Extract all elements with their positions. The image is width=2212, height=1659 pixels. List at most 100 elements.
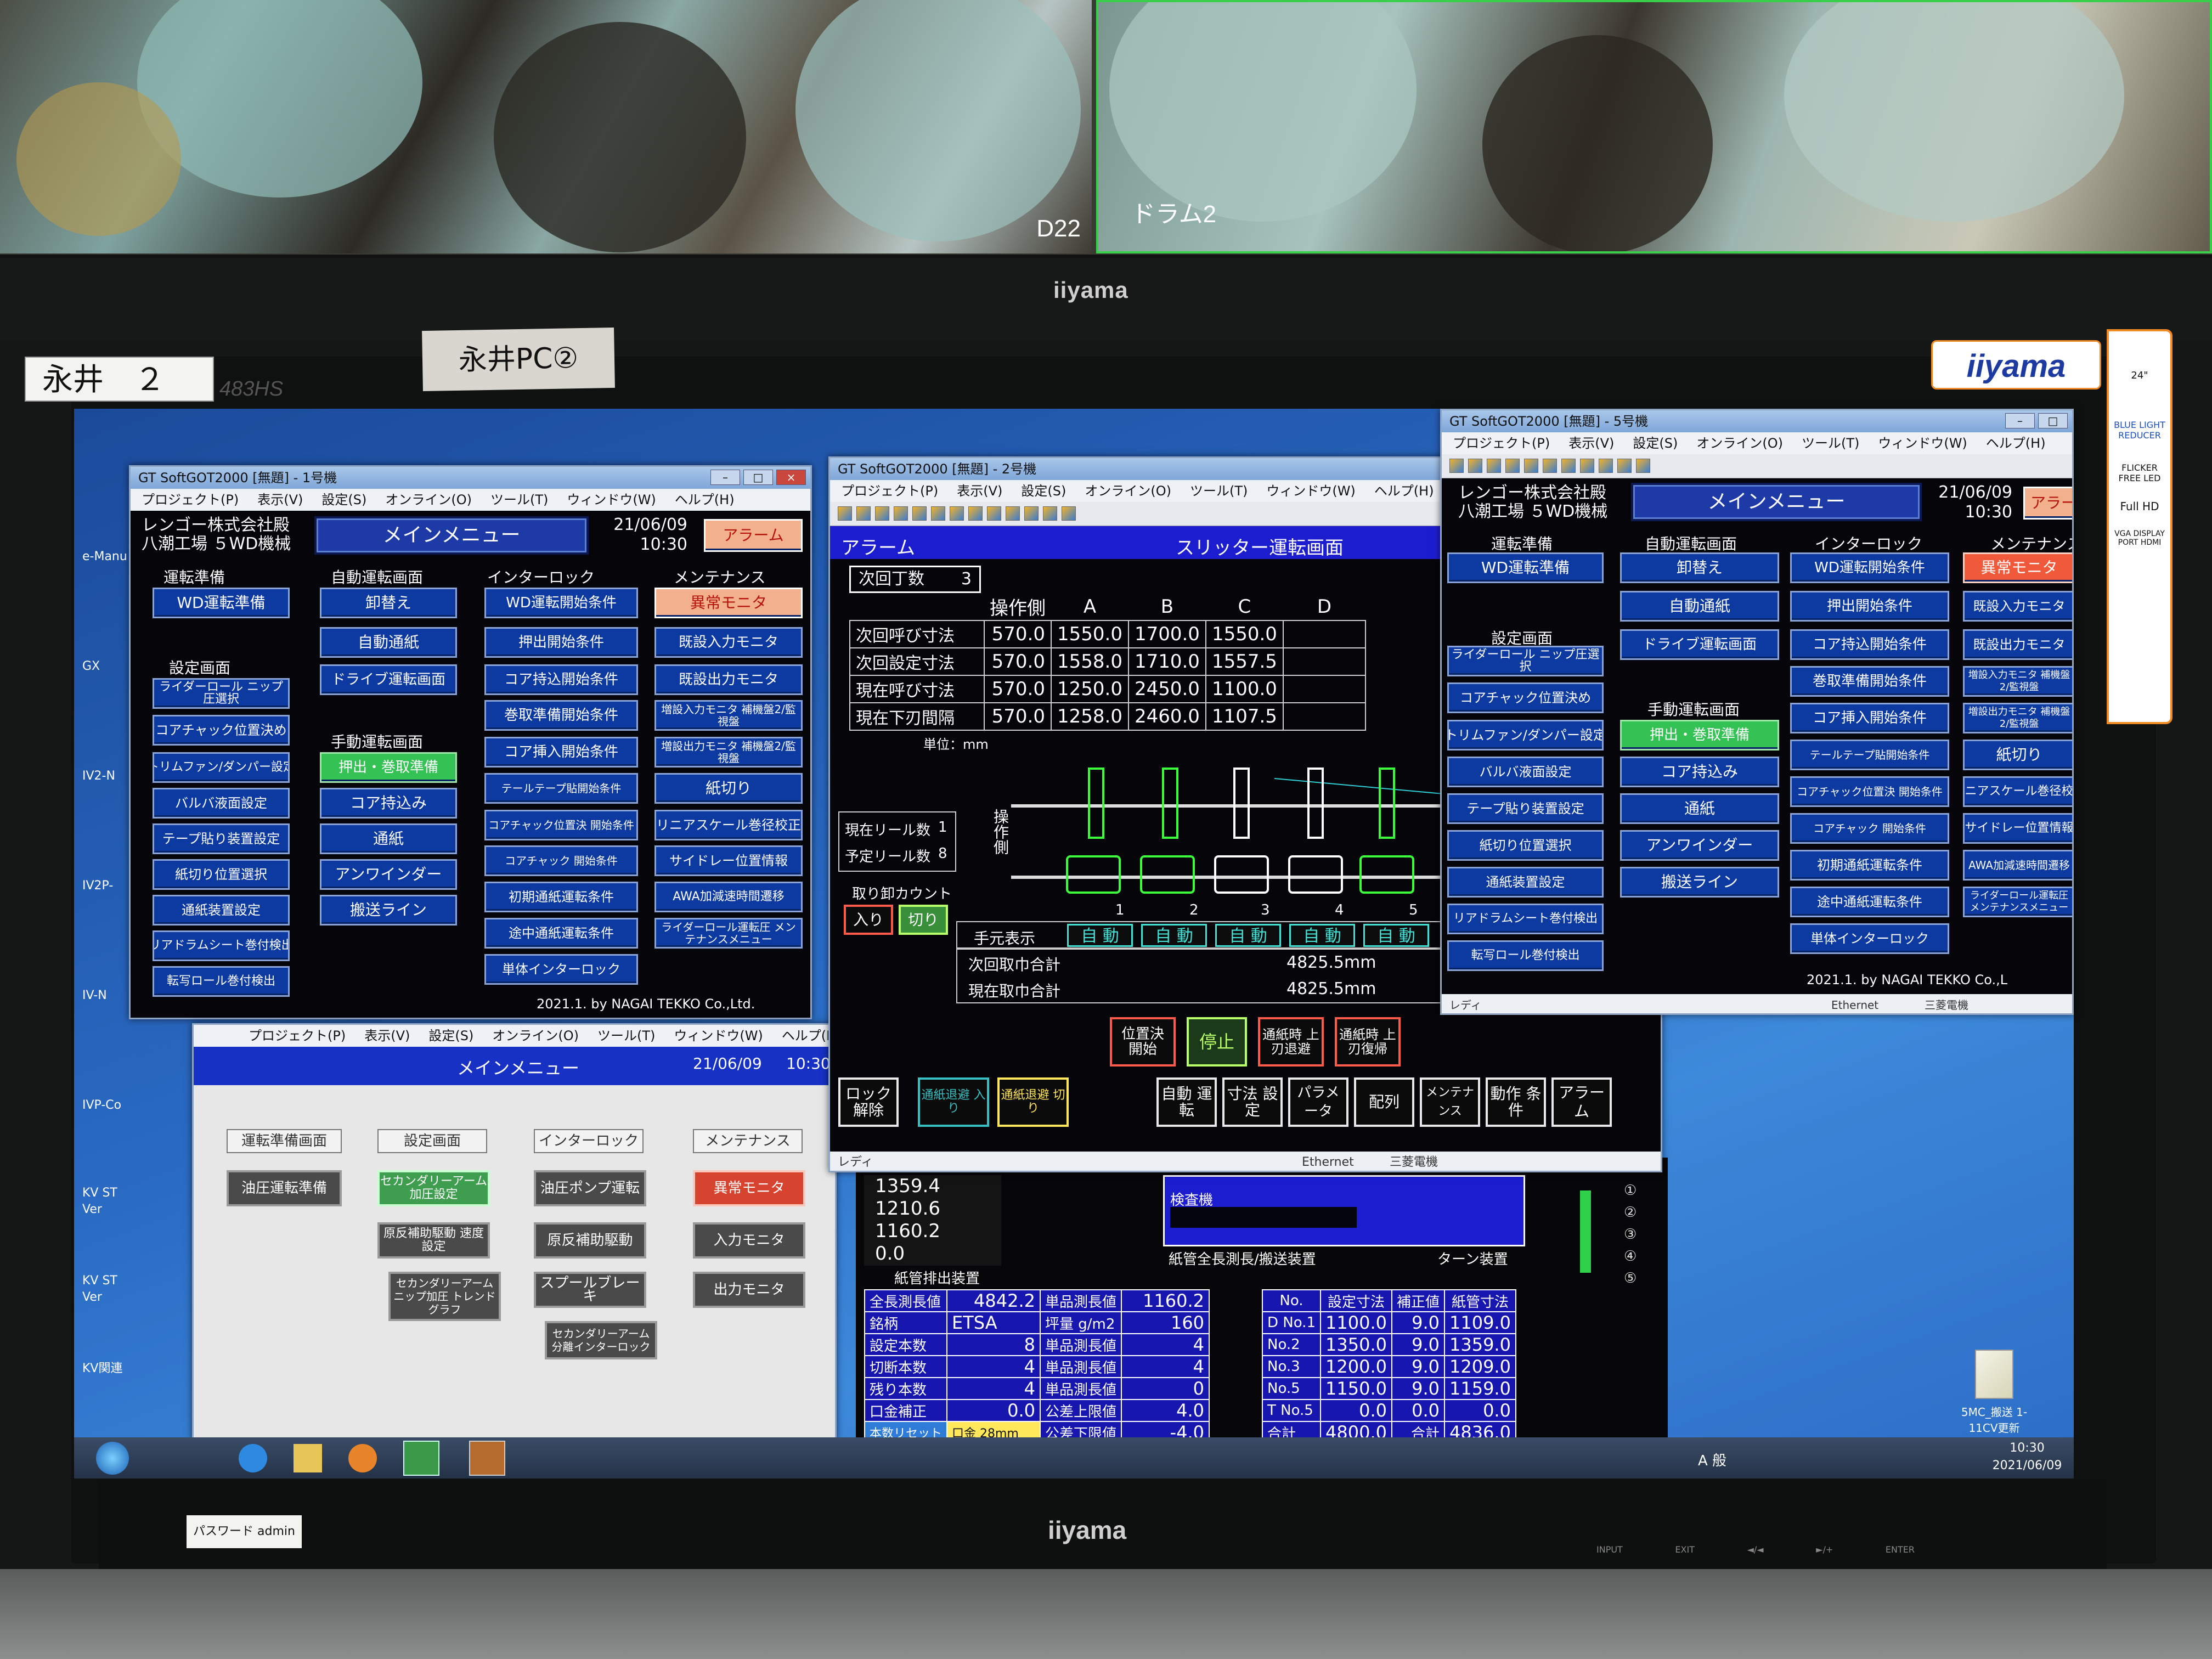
error-monitor-button[interactable]: 異常モニタ — [693, 1170, 805, 1206]
trim-fan-button[interactable]: トリムファン/ダンパー設定 — [1447, 720, 1604, 751]
menu-view[interactable]: 表示(V) — [957, 483, 1002, 499]
maint-button[interactable]: 既設入力モニタ — [1963, 591, 2072, 622]
menu-project[interactable]: プロジェクト(P) — [841, 483, 938, 499]
pump-run-button[interactable]: 油圧ポンプ運転 — [534, 1170, 646, 1206]
maint-button[interactable]: AWA加減速時間遷移 — [654, 882, 803, 912]
maint-button[interactable]: 増設入力モニタ 補機盤2/監視盤 — [654, 700, 803, 731]
menu-settings[interactable]: 設定(S) — [1021, 483, 1066, 499]
desktop-icon[interactable]: IV2P- — [82, 790, 132, 900]
menu-online[interactable]: オンライン(O) — [385, 492, 472, 507]
conveyor-button[interactable]: 搬送ライン — [320, 895, 457, 926]
trim-fan-button[interactable]: トリムファン/ダンパー設定 — [153, 752, 290, 783]
alarm-label[interactable]: アラーム — [841, 533, 915, 560]
interlock-button[interactable]: 押出開始条件 — [484, 627, 638, 658]
tool-icon[interactable] — [950, 506, 964, 521]
unwinder-button[interactable]: アンワインダー — [320, 859, 457, 890]
cut-position-button[interactable]: 紙切り位置選択 — [153, 859, 290, 890]
media-icon[interactable] — [348, 1444, 377, 1472]
menu-online[interactable]: オンライン(O) — [492, 1028, 579, 1043]
menu-help[interactable]: ヘルプ(H) — [1986, 436, 2046, 451]
app-icon[interactable] — [469, 1441, 505, 1476]
push-wind-prep-button[interactable]: 押出・巻取準備 — [320, 752, 457, 783]
desktop-icon[interactable]: IV2-N — [82, 680, 132, 790]
rider-roll-button[interactable]: ライダーロール ニップ圧選択 — [1447, 646, 1604, 676]
blade-return-button[interactable]: 通紙時 上刃復帰 — [1335, 1017, 1401, 1066]
tape-button[interactable]: テープ貼り装置設定 — [153, 823, 290, 854]
desktop-icon[interactable]: e-Manu — [82, 461, 132, 571]
tape-button[interactable]: テープ貼り装置設定 — [1447, 793, 1604, 824]
minimize-button[interactable]: – — [710, 470, 740, 485]
alarm-button[interactable]: アラー — [2023, 487, 2072, 520]
input-button[interactable]: INPUT — [1596, 1544, 1623, 1555]
interlock-button[interactable]: 途中通紙運転条件 — [484, 918, 638, 949]
menu-settings[interactable]: 設定(S) — [428, 1028, 473, 1043]
menu-window[interactable]: ウィンドウ(W) — [567, 492, 656, 507]
alarm-nav-button[interactable]: アラーム — [1551, 1077, 1612, 1127]
tool-icon[interactable] — [1468, 459, 1482, 473]
desktop-icon[interactable]: KV ST Ver — [82, 1119, 132, 1216]
thread-retract-off-button[interactable]: 通紙退避 切り — [997, 1077, 1069, 1127]
tool-icon[interactable] — [1561, 459, 1576, 473]
maint-button[interactable]: リニアスケール巻径校正 — [654, 810, 803, 840]
hydraulic-prep-button[interactable]: 油圧運転準備 — [227, 1170, 342, 1206]
interlock-button[interactable]: コアチャック位置決 開始条件 — [1790, 776, 1949, 807]
interlock-button[interactable]: 巻取準備開始条件 — [484, 700, 638, 731]
interlock-button[interactable]: コア持込開始条件 — [484, 664, 638, 695]
alarm-button[interactable]: アラーム — [704, 519, 803, 552]
unlock-button[interactable]: ロック 解除 — [838, 1077, 899, 1127]
menu-online[interactable]: オンライン(O) — [1085, 483, 1171, 499]
auto-threading-button[interactable]: 自動通紙 — [1620, 591, 1779, 622]
interlock-button[interactable]: WD運転開始条件 — [1790, 552, 1949, 583]
tool-icon[interactable] — [1617, 459, 1632, 473]
unload-button[interactable]: 卸替え — [1620, 552, 1779, 583]
transfer-roll-button[interactable]: 転写ロール巻付検出 — [1447, 940, 1604, 971]
interlock-button[interactable]: コア挿入開始条件 — [1790, 703, 1949, 733]
close-button[interactable]: × — [776, 470, 806, 485]
down-button[interactable]: ◄/◄ — [1747, 1544, 1764, 1555]
unload-button[interactable]: 卸替え — [320, 588, 457, 618]
menu-project[interactable]: プロジェクト(P) — [1453, 436, 1550, 451]
interlock-button[interactable]: テールテープ貼開始条件 — [1790, 740, 1949, 770]
clock[interactable]: 10:30 2021/06/09 — [1983, 1440, 2071, 1475]
tool-icon[interactable] — [875, 506, 889, 521]
tool-icon[interactable] — [838, 506, 852, 521]
tool-icon[interactable] — [1580, 459, 1594, 473]
menu-view[interactable]: 表示(V) — [364, 1028, 410, 1043]
error-monitor-button[interactable]: 異常モニタ — [1963, 552, 2072, 583]
core-chuck-button[interactable]: コアチャック位置決め — [1447, 682, 1604, 713]
tool-icon[interactable] — [1505, 459, 1520, 473]
tool-icon[interactable] — [1524, 459, 1538, 473]
unwinder-button[interactable]: アンワインダー — [1620, 830, 1779, 861]
tool-icon[interactable] — [1024, 506, 1039, 521]
blade-retract-button[interactable]: 通紙時 上刃退避 — [1258, 1017, 1324, 1066]
interlock-button[interactable]: 巻取準備開始条件 — [1790, 666, 1949, 697]
threading-button[interactable]: 通紙 — [1620, 793, 1779, 824]
exit-button[interactable]: EXIT — [1675, 1544, 1695, 1555]
interlock-button[interactable]: テールテープ貼開始条件 — [484, 773, 638, 804]
tool-icon[interactable] — [1636, 459, 1650, 473]
core-load-button[interactable]: コア持込み — [320, 788, 457, 819]
tool-icon[interactable] — [1043, 506, 1057, 521]
ie-icon[interactable] — [239, 1444, 267, 1472]
cut-position-button[interactable]: 紙切り位置選択 — [1447, 830, 1604, 861]
tool-icon[interactable] — [987, 506, 1001, 521]
stop-button[interactable]: 停止 — [1187, 1017, 1247, 1066]
arm-interlock-button[interactable]: セカンダリーアーム 分離インターロック — [545, 1321, 657, 1359]
count-off-button[interactable]: 切り — [899, 905, 948, 935]
tool-icon[interactable] — [894, 506, 908, 521]
enter-button[interactable]: ENTER — [1886, 1544, 1915, 1555]
tool-icon[interactable] — [1487, 459, 1501, 473]
tool-icon[interactable] — [1006, 506, 1020, 521]
wd-prep-button[interactable]: WD運転準備 — [153, 588, 290, 618]
tool-icon[interactable] — [931, 506, 945, 521]
maint-button[interactable]: 増設出力モニタ 補機盤2/監視盤 — [1963, 703, 2072, 733]
tool-icon[interactable] — [912, 506, 927, 521]
secondary-arm-button[interactable]: セカンダリーアーム 加圧設定 — [377, 1170, 490, 1206]
maint-button[interactable]: リニアスケール巻径校正 — [1963, 776, 2072, 807]
maint-button[interactable]: 既設出力モニタ — [654, 664, 803, 695]
tool-icon[interactable] — [1543, 459, 1557, 473]
minimize-button[interactable]: – — [2005, 413, 2035, 428]
transfer-roll-button[interactable]: 転写ロール巻付検出 — [153, 966, 290, 997]
parameter-button[interactable]: パラメータ — [1288, 1077, 1348, 1127]
maint-button[interactable]: サイドレー位置情報 — [654, 845, 803, 876]
